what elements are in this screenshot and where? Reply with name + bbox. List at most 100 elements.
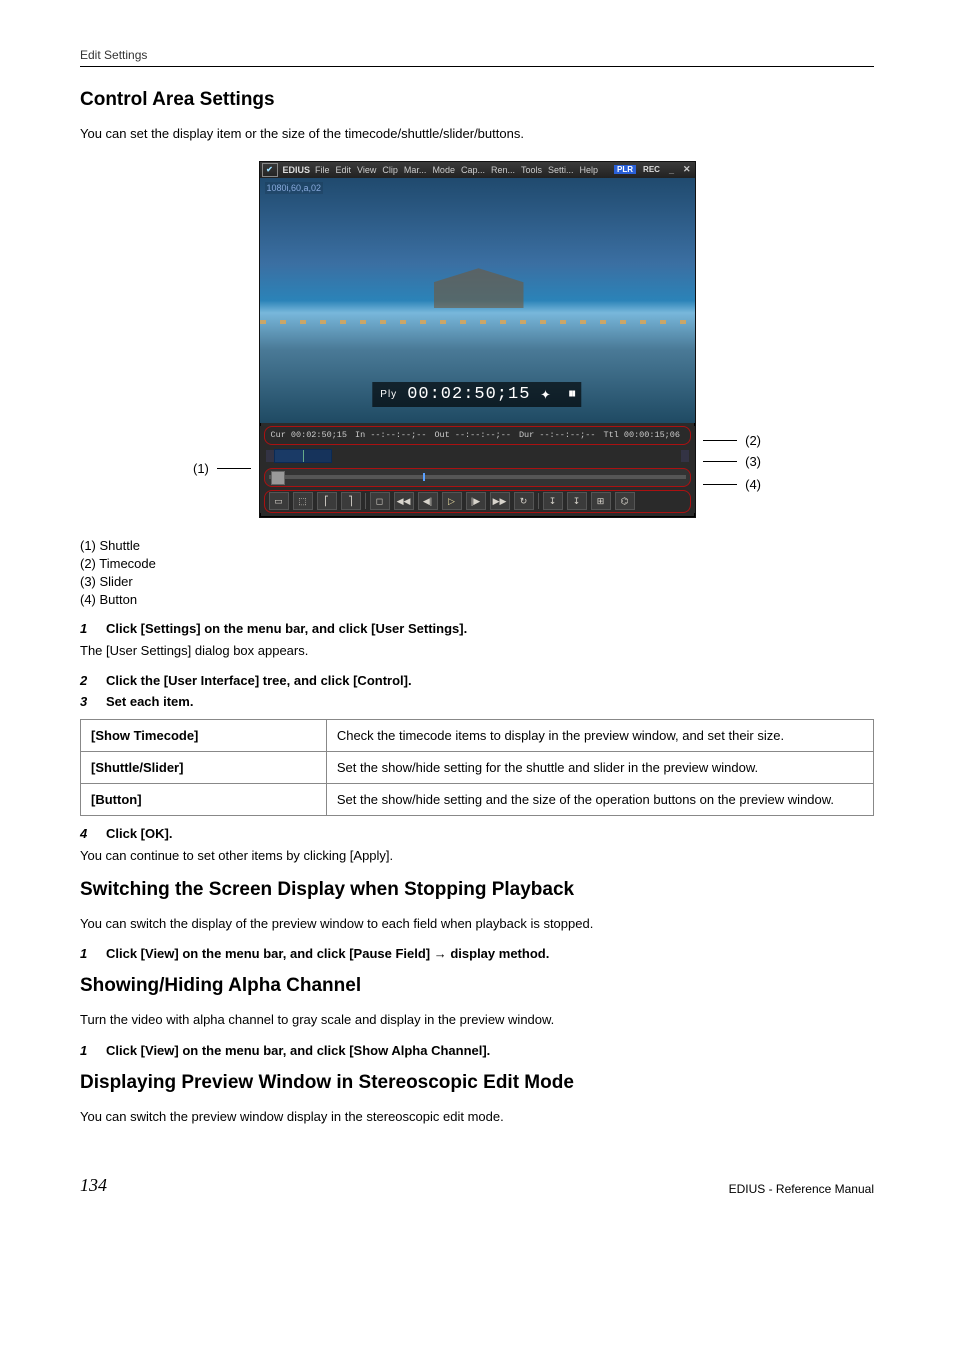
app-name: EDIUS [283,165,311,175]
menu-clip[interactable]: Clip [382,165,398,175]
insert-button[interactable]: ↧ [543,492,563,510]
step-text: Click [View] on the menu bar, and click … [106,1043,490,1058]
intro-stereoscopic: You can switch the preview window displa… [80,1108,874,1126]
step-number: 2 [80,673,94,688]
controls-panel: Cur 00:02:50;15 In --:--:--;-- Out --:--… [260,426,695,513]
overwrite-button[interactable]: ↧ [567,492,587,510]
next-frame-button[interactable]: |▶ [466,492,486,510]
step-2: 2 Click the [User Interface] tree, and c… [80,673,874,688]
tc-label: Ply [380,389,397,400]
legend-item: (1) Shuttle [80,538,874,553]
tc-out: Out --:--:--;-- [434,430,511,440]
mark-out-button[interactable]: ⎤ [341,492,361,510]
heading-stereoscopic: Displaying Preview Window in Stereoscopi… [80,1072,874,1094]
setting-value: Set the show/hide setting for the shuttl… [326,752,873,784]
button-row: ▭ ⬚ ⎡ ⎤ ◻ ◀◀ ◀| ▷ |▶ ▶▶ ↻ ↧ ↧ ⊞ ⌬ [264,490,691,513]
titlebar: ✔ EDIUS File Edit View Clip Mar... Mode … [260,162,695,178]
step-1-s2: 1 Click [View] on the menu bar, and clic… [80,946,874,961]
intro-switch-display: You can switch the display of the previe… [80,915,874,933]
app-icon: ✔ [262,163,278,177]
heading-control-area: Control Area Settings [80,89,874,111]
shuttle-left-icon[interactable] [266,450,274,462]
step-text: Click [Settings] on the menu bar, and cl… [106,621,467,636]
pause-icon: ▮▮ [568,388,574,400]
step-number: 4 [80,826,94,841]
step-note: The [User Settings] dialog box appears. [80,642,874,660]
menu-view[interactable]: View [357,165,376,175]
loop-button[interactable]: ↻ [514,492,534,510]
play-button[interactable]: ▷ [442,492,462,510]
menu-tools[interactable]: Tools [521,165,542,175]
menu-edit[interactable]: Edit [336,165,352,175]
menu-render[interactable]: Ren... [491,165,515,175]
separator [538,493,539,509]
menu-help[interactable]: Help [580,165,599,175]
table-row: [Button] Set the show/hide setting and t… [81,784,874,816]
setting-value: Set the show/hide setting and the size o… [326,784,873,816]
step-number: 1 [80,621,94,636]
page-footer: 134 EDIUS - Reference Manual [80,1175,874,1196]
tc-in: In --:--:--;-- [355,430,426,440]
slider-track[interactable] [269,475,686,479]
preview-area: 1080i,60,a,02 Ply 00:02:50;15 ✦ ▮▮ [260,178,695,423]
shuttle-right-icon[interactable] [681,450,689,462]
menu-marker[interactable]: Mar... [404,165,427,175]
capture-button[interactable]: ▭ [269,492,289,510]
setting-key: [Button] [81,784,327,816]
slider-row[interactable] [264,468,691,487]
menu-settings[interactable]: Setti... [548,165,574,175]
step-text: Click [OK]. [106,826,172,841]
tc-ttl: Ttl 00:00:15;06 [603,430,680,440]
separator [365,493,366,509]
table-row: [Shuttle/Slider] Set the show/hide setti… [81,752,874,784]
setting-key: [Shuttle/Slider] [81,752,327,784]
open-button[interactable]: ⬚ [293,492,313,510]
clip-name: 1080i,60,a,02 [265,182,324,194]
figure-wrapper: ✔ EDIUS File Edit View Clip Mar... Mode … [80,161,874,518]
fast-forward-button[interactable]: ▶▶ [490,492,510,510]
heading-switch-display: Switching the Screen Display when Stoppi… [80,879,874,901]
page-header: Edit Settings [80,48,874,67]
intro-control-area: You can set the display item or the size… [80,125,874,143]
step-note: You can continue to set other items by c… [80,847,874,865]
rec-badge[interactable]: REC [641,165,662,174]
close-icon[interactable]: ✕ [681,164,693,175]
menu-list: File Edit View Clip Mar... Mode Cap... R… [315,165,598,175]
callout-3: (3) [745,454,761,469]
tc-cur: Cur 00:02:50;15 [271,430,348,440]
table-row: [Show Timecode] Check the timecode items… [81,720,874,752]
legend-item: (2) Timecode [80,556,874,571]
rewind-button[interactable]: ◀◀ [394,492,414,510]
mark-in-button[interactable]: ⎡ [317,492,337,510]
scene-foreground [260,320,695,324]
tc-dur: Dur --:--:--;-- [519,430,596,440]
step-1: 1 Click [Settings] on the menu bar, and … [80,621,874,636]
step-text: Click [View] on the menu bar, and click … [106,946,549,961]
step-4: 4 Click [OK]. [80,826,874,841]
stop-button[interactable]: ◻ [370,492,390,510]
step-number: 1 [80,946,94,961]
doc-title: EDIUS - Reference Manual [729,1182,874,1196]
shuttle-row [260,448,695,465]
menu-capture[interactable]: Cap... [461,165,485,175]
minimize-icon[interactable]: _ [667,165,676,175]
plr-badge[interactable]: PLR [614,165,636,174]
step-number: 1 [80,1043,94,1058]
edius-window: ✔ EDIUS File Edit View Clip Mar... Mode … [259,161,696,518]
menu-file[interactable]: File [315,165,330,175]
menu-mode[interactable]: Mode [432,165,455,175]
slider-knob[interactable] [271,471,285,485]
step-1-s3: 1 Click [View] on the menu bar, and clic… [80,1043,874,1058]
tc-asterisk: ✦ [540,384,551,405]
figure-legend: (1) Shuttle (2) Timecode (3) Slider (4) … [80,538,874,607]
shuttle-bar[interactable] [274,449,332,463]
intro-alpha-channel: Turn the video with alpha channel to gra… [80,1011,874,1029]
clip-button[interactable]: ⌬ [615,492,635,510]
edius-figure: ✔ EDIUS File Edit View Clip Mar... Mode … [227,161,727,518]
callout-1: (1) [193,461,209,476]
callout-4: (4) [745,477,761,492]
callout-2: (2) [745,433,761,448]
heading-alpha-channel: Showing/Hiding Alpha Channel [80,975,874,997]
add-button[interactable]: ⊞ [591,492,611,510]
prev-frame-button[interactable]: ◀| [418,492,438,510]
